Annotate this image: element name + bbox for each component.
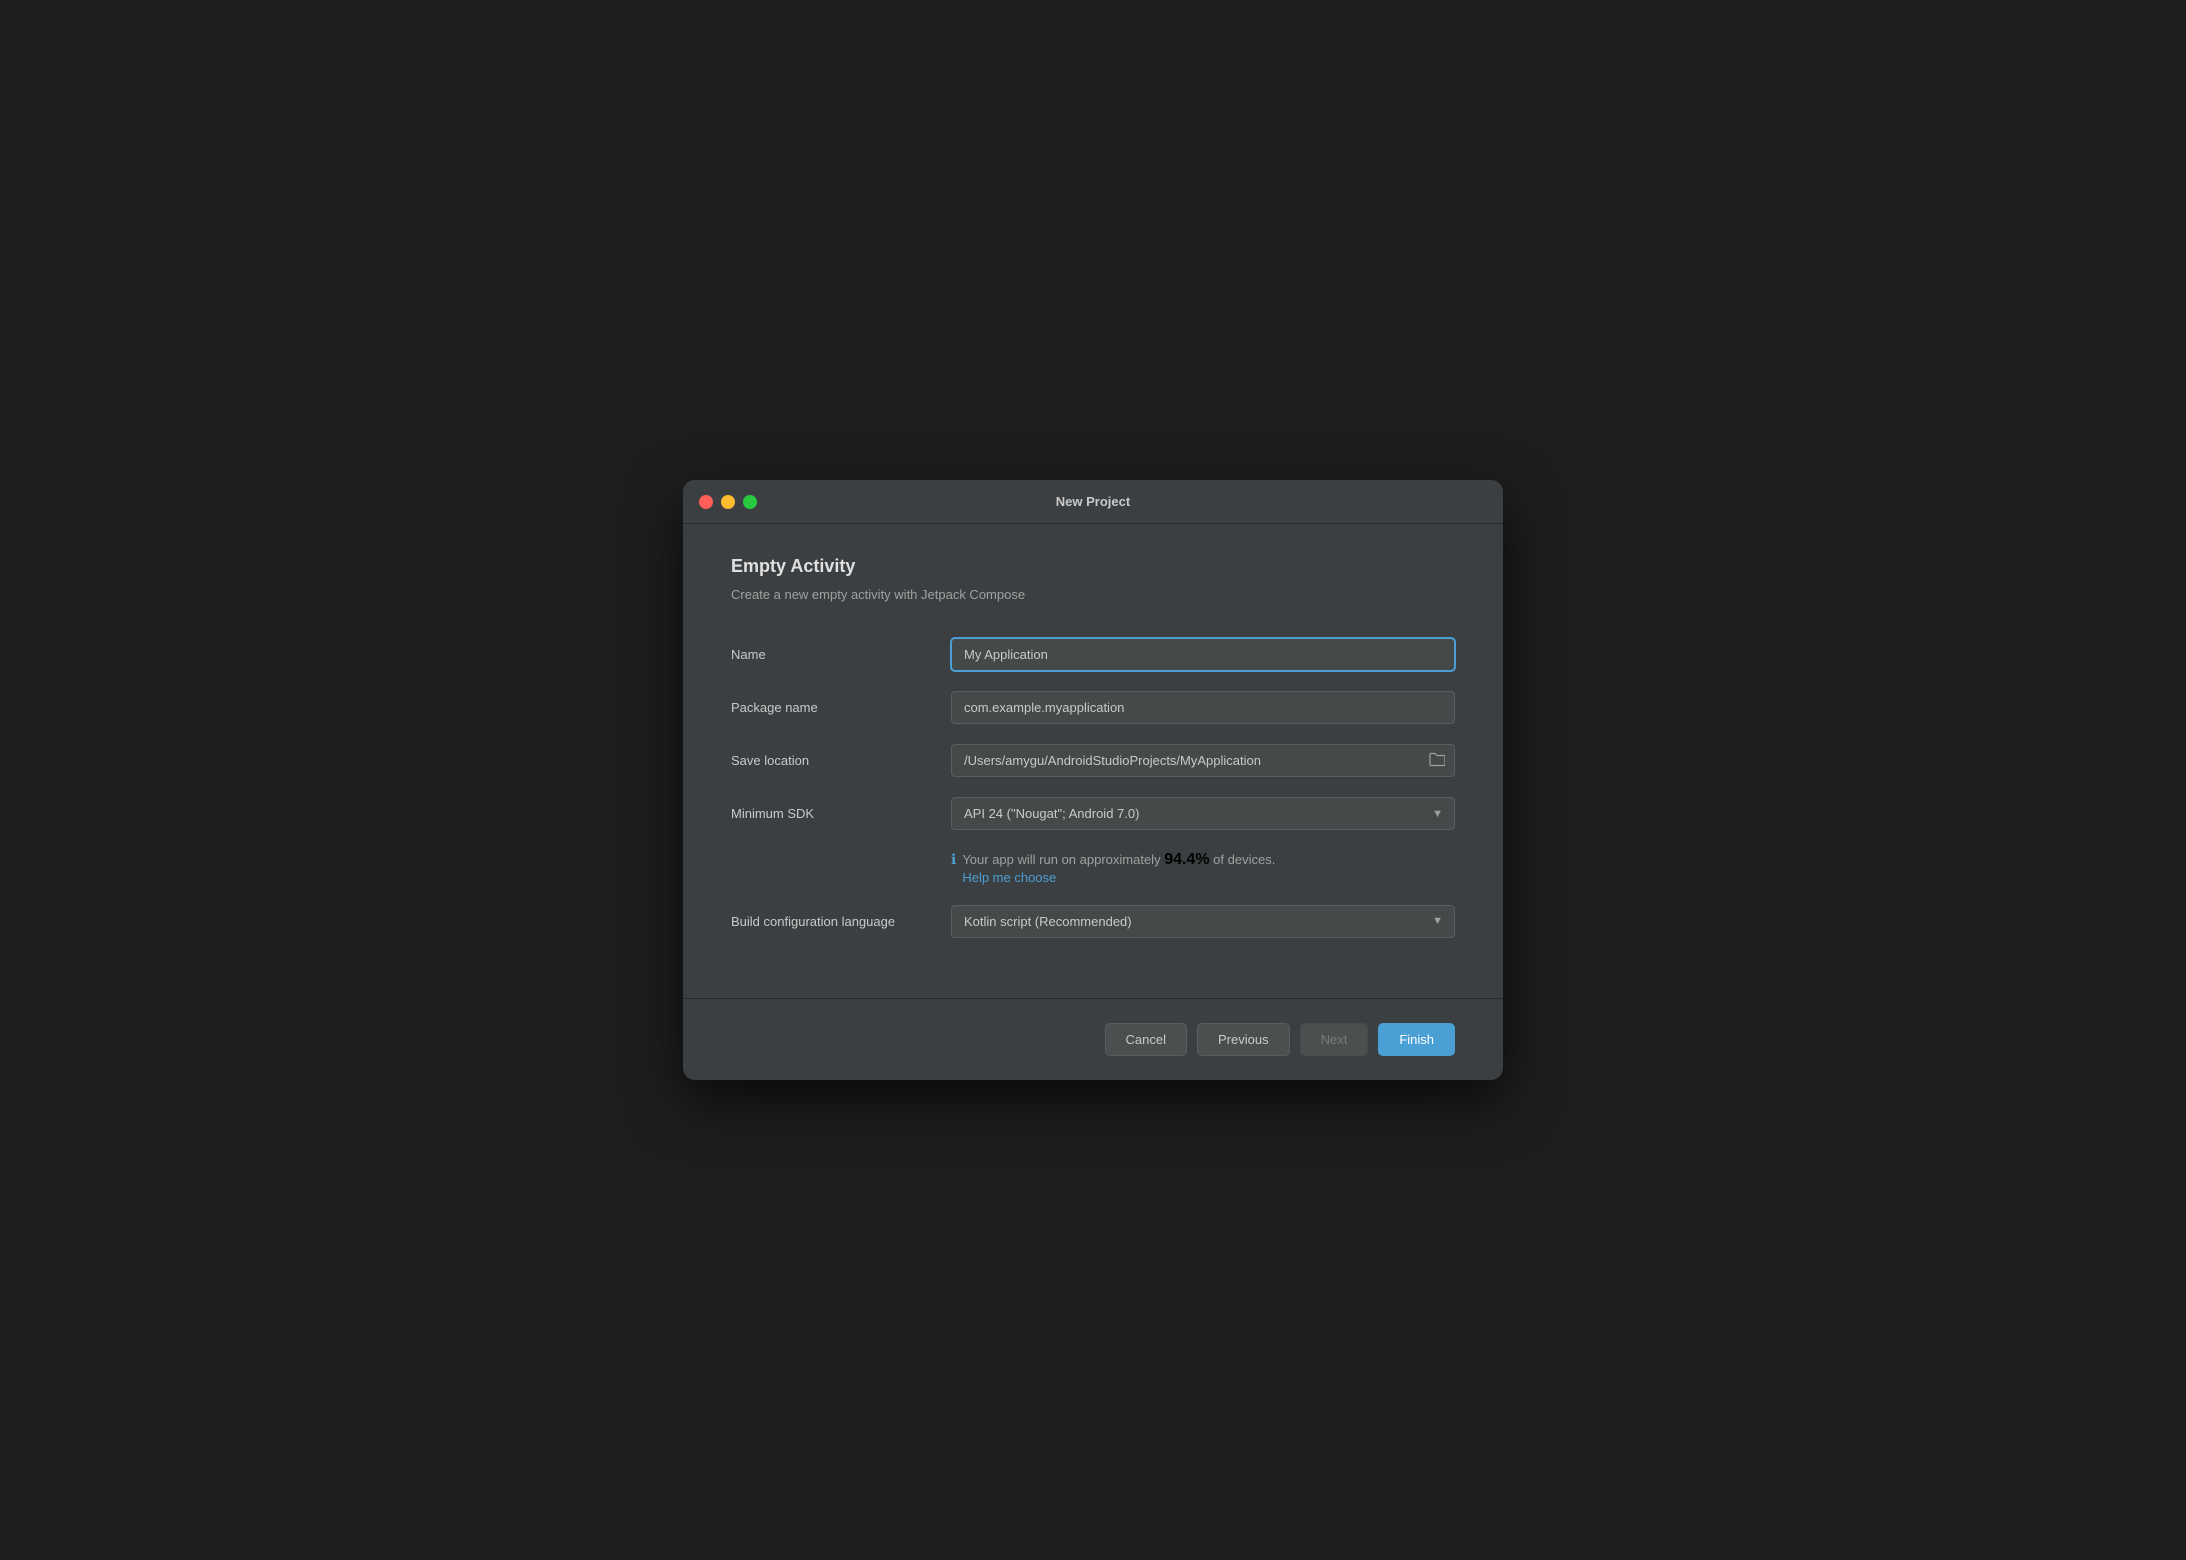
info-icon: ℹ: [951, 851, 956, 868]
previous-button[interactable]: Previous: [1197, 1023, 1290, 1056]
folder-browse-button[interactable]: [1427, 750, 1447, 771]
titlebar: New Project: [683, 480, 1503, 524]
sdk-info-prefix: Your app will run on approximately: [962, 852, 1164, 867]
package-row: Package name: [731, 691, 1455, 724]
build-config-select[interactable]: Kotlin script (Recommended) Groovy DSL: [951, 905, 1455, 938]
close-button[interactable]: [699, 495, 713, 509]
minimize-button[interactable]: [721, 495, 735, 509]
build-config-select-wrapper: Kotlin script (Recommended) Groovy DSL ▼: [951, 905, 1455, 938]
save-location-row: Save location: [731, 744, 1455, 777]
window-controls: [699, 495, 757, 509]
save-location-input[interactable]: [951, 744, 1455, 777]
minimum-sdk-select[interactable]: API 24 ("Nougat"; Android 7.0) API 23 ("…: [951, 797, 1455, 830]
cancel-button[interactable]: Cancel: [1105, 1023, 1187, 1056]
section-subtitle: Create a new empty activity with Jetpack…: [731, 587, 1455, 602]
help-me-choose-link[interactable]: Help me choose: [962, 870, 1275, 885]
main-content: Empty Activity Create a new empty activi…: [683, 524, 1503, 938]
sdk-percentage: 94.4%: [1164, 851, 1209, 868]
save-location-label: Save location: [731, 753, 951, 768]
package-input[interactable]: [951, 691, 1455, 724]
name-input-wrapper: [951, 638, 1455, 671]
name-row: Name: [731, 638, 1455, 671]
new-project-window: New Project Empty Activity Create a new …: [683, 480, 1503, 1080]
next-button[interactable]: Next: [1300, 1023, 1369, 1056]
package-input-wrapper: [951, 691, 1455, 724]
build-config-row: Build configuration language Kotlin scri…: [731, 905, 1455, 938]
name-label: Name: [731, 647, 951, 662]
sdk-info-suffix: of devices.: [1210, 852, 1276, 867]
save-location-input-wrapper: [951, 744, 1455, 777]
package-label: Package name: [731, 700, 951, 715]
build-config-label: Build configuration language: [731, 914, 951, 929]
footer: Cancel Previous Next Finish: [683, 998, 1503, 1080]
minimum-sdk-select-wrapper: API 24 ("Nougat"; Android 7.0) API 23 ("…: [951, 797, 1455, 830]
window-title: New Project: [1056, 494, 1130, 509]
minimum-sdk-row: Minimum SDK API 24 ("Nougat"; Android 7.…: [731, 797, 1455, 830]
minimum-sdk-label: Minimum SDK: [731, 806, 951, 821]
maximize-button[interactable]: [743, 495, 757, 509]
finish-button[interactable]: Finish: [1378, 1023, 1455, 1056]
name-input[interactable]: [951, 638, 1455, 671]
sdk-info-text: Your app will run on approximately 94.4%…: [962, 850, 1275, 885]
sdk-info-row: ℹ Your app will run on approximately 94.…: [951, 850, 1455, 885]
section-title: Empty Activity: [731, 556, 1455, 577]
